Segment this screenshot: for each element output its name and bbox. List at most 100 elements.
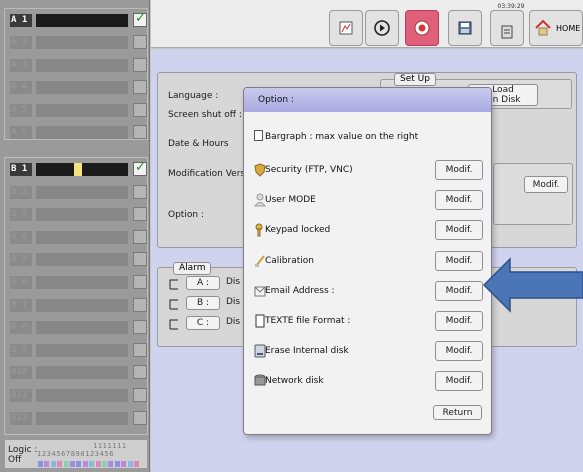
play-button[interactable] — [365, 10, 399, 46]
channel-enable-checkbox[interactable] — [133, 388, 147, 402]
date-hours-label: Date & Hours — [168, 139, 229, 149]
channel-bar — [36, 81, 128, 95]
logic-inputs[interactable]: Logic : Off 1111111 1234567890123456 — [4, 439, 148, 469]
logic-input-cell[interactable] — [134, 461, 139, 467]
channel-enable-checkbox[interactable] — [133, 35, 147, 50]
channel-enable-checkbox[interactable] — [133, 229, 147, 244]
channel-enable-checkbox[interactable] — [133, 275, 147, 289]
option-modif-label: Modif. — [445, 285, 473, 296]
setup-button[interactable] — [329, 10, 363, 46]
alarm-button[interactable]: C : — [186, 316, 220, 330]
checkbox-icon[interactable] — [254, 130, 263, 141]
channel-row[interactable]: B 4 — [6, 229, 147, 246]
logic-input-cell[interactable] — [44, 461, 50, 467]
channel-row[interactable]: A 2 — [6, 34, 147, 51]
channel-row[interactable]: A 6 — [6, 124, 147, 141]
channel-enable-checkbox[interactable] — [133, 11, 147, 27]
home-icon — [535, 19, 551, 36]
channel-bar — [36, 163, 128, 176]
logic-input-cell[interactable] — [121, 461, 127, 467]
option-label: User MODE — [265, 195, 316, 206]
home-button[interactable]: HOME — [529, 10, 583, 46]
option-modif-label: Modif. — [445, 346, 473, 357]
return-label: Return — [442, 407, 473, 418]
channel-row[interactable]: A 4 — [6, 79, 147, 96]
logic-input-cell[interactable] — [38, 461, 43, 467]
channel-row[interactable]: A 1 — [6, 11, 147, 29]
logic-input-cell[interactable] — [82, 461, 88, 467]
logic-input-cell[interactable] — [108, 461, 114, 467]
channel-bar — [36, 343, 128, 357]
record-button[interactable] — [405, 10, 439, 46]
logic-input-cell[interactable] — [70, 461, 75, 467]
option-modif-button[interactable]: Modif. — [435, 220, 483, 241]
option-modif-button[interactable]: Modif. — [435, 341, 483, 362]
logic-input-cell[interactable] — [89, 461, 95, 467]
channel-panel: A 1 A 2 A 3 A 4 A 5 A 6 B 1 B 2 B 3 B 4 B 5 B 6 B 7… — [0, 0, 150, 472]
channel-enable-checkbox[interactable] — [133, 57, 147, 72]
option-modif-button[interactable]: Modif. — [435, 250, 483, 271]
option-label: Erase Internal disk — [265, 346, 349, 357]
channel-row[interactable]: B 5 — [6, 251, 147, 268]
channel-enable-checkbox[interactable] — [133, 252, 147, 267]
channel-enable-checkbox[interactable] — [133, 125, 147, 139]
return-button[interactable]: Return — [433, 405, 482, 420]
option-modif-button[interactable]: Modif. — [435, 371, 483, 392]
channel-row[interactable]: B 6 — [6, 274, 147, 291]
option-row: Erase Internal disk Modif. — [244, 341, 491, 365]
option-label: Email Address : — [265, 285, 335, 296]
channel-row[interactable]: B 7 — [6, 297, 147, 314]
alarm-button[interactable]: A : — [186, 276, 220, 290]
pointer-arrow — [482, 257, 583, 313]
channel-bar — [36, 103, 128, 117]
logic-digits-units: 1234567890123456 — [37, 450, 115, 458]
channel-row[interactable]: A 5 — [6, 102, 147, 119]
channel-bar — [36, 126, 128, 139]
logic-input-cell[interactable] — [102, 461, 107, 467]
channel-enable-checkbox[interactable] — [133, 297, 147, 312]
channel-row[interactable]: B10 — [6, 364, 147, 381]
channel-tag: B12 — [10, 411, 32, 425]
logic-input-cell[interactable] — [57, 461, 63, 467]
logic-input-cell[interactable] — [76, 461, 82, 467]
save-disk-button[interactable] — [448, 10, 482, 46]
channel-row[interactable]: B 9 — [6, 342, 147, 359]
channel-enable-checkbox[interactable] — [133, 160, 147, 176]
modification-group — [493, 163, 573, 225]
logic-input-cell[interactable] — [114, 461, 120, 467]
channel-enable-checkbox[interactable] — [133, 342, 147, 357]
logic-input-cell[interactable] — [63, 461, 69, 467]
channel-row[interactable]: B 8 — [6, 319, 147, 336]
option-modif-button[interactable]: Modif. — [435, 190, 483, 211]
channel-enable-checkbox[interactable] — [133, 80, 147, 95]
channel-enable-checkbox[interactable] — [133, 207, 147, 222]
option-modif-label: Modif. — [445, 255, 473, 266]
channel-enable-checkbox[interactable] — [133, 410, 147, 425]
channel-row[interactable]: B 2 — [6, 184, 147, 201]
play-icon — [374, 20, 390, 36]
channel-marker — [74, 163, 82, 176]
option-modif-label: Modif. — [445, 316, 473, 326]
logic-input-cell[interactable] — [50, 461, 56, 467]
channel-row[interactable]: B 1 — [6, 160, 147, 178]
option-modif-button[interactable]: Modif. — [435, 311, 483, 331]
channel-row[interactable]: A 3 — [6, 57, 147, 74]
channel-row[interactable]: B 3 — [6, 206, 147, 223]
device-button[interactable]: 03:39:29 — [490, 3, 524, 46]
option-modif-button[interactable]: Modif. — [435, 160, 483, 180]
alarm-button[interactable]: B : — [186, 296, 220, 310]
channel-row[interactable]: B12 — [6, 410, 147, 427]
save-disk-icon — [458, 21, 472, 35]
option-modif-button[interactable]: Modif. — [435, 280, 483, 301]
channel-enable-checkbox[interactable] — [133, 102, 147, 117]
bargraph-option[interactable]: Bargraph : max value on the right — [244, 127, 491, 151]
channel-enable-checkbox[interactable] — [133, 320, 147, 335]
logic-input-cell[interactable] — [95, 461, 101, 467]
modification-modif-button[interactable]: Modif. — [524, 176, 568, 193]
channel-tag: B 4 — [10, 230, 32, 244]
channel-row[interactable]: B11 — [6, 387, 147, 404]
channel-enable-checkbox[interactable] — [133, 365, 147, 380]
channel-enable-checkbox[interactable] — [133, 184, 147, 199]
channel-tag: B 2 — [10, 185, 32, 199]
logic-input-cell[interactable] — [127, 461, 133, 467]
